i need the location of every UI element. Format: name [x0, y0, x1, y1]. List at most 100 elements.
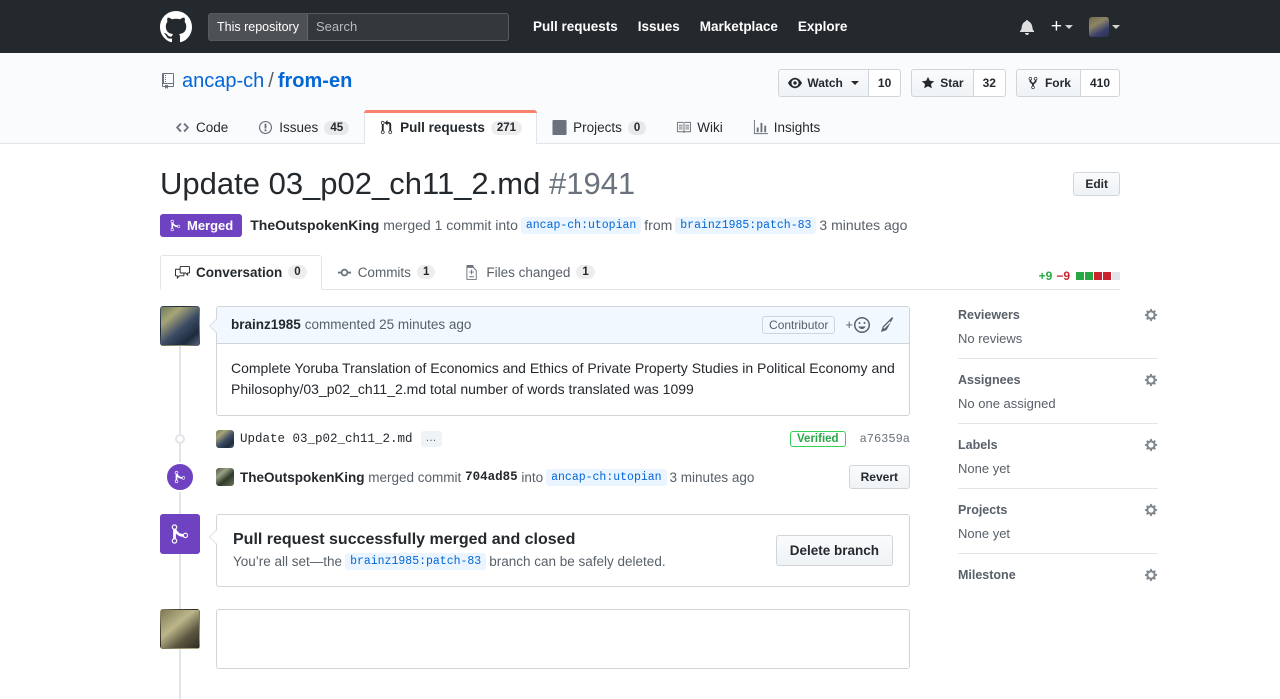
avatar[interactable]: [216, 468, 234, 486]
sidebar-section-assignees: Assignees No one assigned: [958, 371, 1158, 424]
comment-body: Complete Yoruba Translation of Economics…: [217, 344, 909, 415]
search-scope-label[interactable]: This repository: [209, 14, 308, 40]
tab-conversation[interactable]: Conversation 0: [160, 255, 322, 290]
verified-badge[interactable]: Verified: [790, 431, 846, 447]
timeline-commit-row: Update 03_p02_ch11_2.md … Verified a7635…: [160, 430, 910, 448]
base-branch-chip[interactable]: ancap-ch:utopian: [521, 217, 641, 234]
status-badge: Merged: [160, 214, 242, 237]
repo-name-link[interactable]: from-en: [278, 69, 352, 93]
diffstat-blocks: [1076, 272, 1120, 280]
fork-label: Fork: [1045, 76, 1071, 90]
pull-request-page: Update 03_p02_ch11_2.md #1941 Edit Merge…: [0, 144, 1280, 669]
comment-header: brainz1985 commented 25 minutes ago Cont…: [217, 307, 909, 344]
commit-sha[interactable]: a76359a: [860, 432, 910, 446]
gear-icon[interactable]: [1144, 568, 1158, 582]
timeline-merge-row: TheOutspokenKing merged commit 704ad85 i…: [160, 462, 910, 492]
repo-tab-insights[interactable]: Insights: [738, 110, 836, 144]
nav-issues[interactable]: Issues: [638, 19, 680, 34]
pr-title-text: Update 03_p02_ch11_2.md: [160, 166, 540, 201]
nav-explore[interactable]: Explore: [798, 19, 848, 34]
repo-tab-pull-requests[interactable]: Pull requests 271: [364, 110, 537, 144]
delete-branch-button[interactable]: Delete branch: [776, 535, 893, 566]
merged-by-user[interactable]: TheOutspokenKing: [250, 217, 379, 233]
repo-tab-projects[interactable]: Projects 0: [537, 110, 661, 144]
diffstat-block: [1112, 272, 1120, 280]
sidebar-value: No reviews: [958, 331, 1158, 346]
merge-timestamp: 3 minutes ago: [670, 470, 755, 485]
profile-menu[interactable]: [1089, 17, 1120, 37]
star-button-group[interactable]: Star 32: [911, 69, 1006, 97]
sidebar-title-label: Assignees: [958, 373, 1021, 387]
sidebar-title[interactable]: Assignees: [958, 373, 1158, 387]
tab-commits[interactable]: Commits 1: [322, 255, 451, 290]
repo-tab-code[interactable]: Code: [160, 110, 243, 144]
tab-files-changed[interactable]: Files changed 1: [450, 255, 609, 290]
star-icon: [921, 76, 935, 90]
fork-button-group[interactable]: Fork 410: [1016, 69, 1120, 97]
sidebar-section-milestone: Milestone: [958, 566, 1158, 594]
revert-button[interactable]: Revert: [849, 465, 910, 489]
repo-tab-wiki[interactable]: Wiki: [661, 110, 738, 144]
pencil-icon[interactable]: [880, 317, 895, 332]
deletable-branch-chip: brainz1985:patch-83: [345, 553, 486, 570]
head-branch-chip[interactable]: brainz1985:patch-83: [675, 217, 816, 234]
comment-textarea[interactable]: [216, 609, 910, 669]
repo-tab-label: Pull requests: [400, 120, 485, 135]
gear-icon[interactable]: [1144, 503, 1158, 517]
tab-label: Conversation: [196, 265, 282, 280]
comment-author[interactable]: brainz1985: [231, 317, 301, 332]
breadcrumb: ancap-ch / from-en: [160, 69, 352, 93]
tab-count: 0: [288, 265, 306, 279]
add-reaction-button[interactable]: +: [845, 317, 870, 333]
nav-marketplace[interactable]: Marketplace: [700, 19, 778, 34]
repo-tab-label: Wiki: [697, 120, 723, 135]
merged-state-panel: Pull request successfully merged and clo…: [160, 514, 910, 587]
watch-count[interactable]: 10: [869, 69, 901, 97]
pr-number: #1941: [549, 166, 635, 201]
merge-target-branch[interactable]: ancap-ch:utopian: [546, 469, 666, 486]
diffstat-block: [1094, 272, 1102, 280]
star-count[interactable]: 32: [974, 69, 1006, 97]
avatar[interactable]: [216, 430, 234, 448]
nav-pull-requests[interactable]: Pull requests: [533, 19, 618, 34]
fork-button[interactable]: Fork: [1016, 69, 1081, 97]
repo-tab-label: Issues: [279, 120, 318, 135]
gear-icon[interactable]: [1144, 373, 1158, 387]
merge-commit-sha[interactable]: 704ad85: [465, 470, 518, 484]
sidebar-title[interactable]: Labels: [958, 438, 1158, 452]
status-badge-label: Merged: [187, 218, 233, 233]
global-header: This repository Pull requests Issues Mar…: [0, 0, 1280, 53]
commit-dot-icon: [160, 434, 200, 444]
repo-tab-label: Insights: [774, 120, 821, 135]
avatar[interactable]: [160, 609, 200, 649]
gear-icon[interactable]: [1144, 308, 1158, 322]
sidebar-title[interactable]: Projects: [958, 503, 1158, 517]
repo-owner-link[interactable]: ancap-ch: [182, 69, 264, 93]
search-input[interactable]: [308, 14, 508, 40]
page-title: Update 03_p02_ch11_2.md #1941: [160, 166, 635, 202]
sidebar-title[interactable]: Milestone: [958, 568, 1158, 582]
avatar[interactable]: [160, 306, 200, 346]
gear-icon[interactable]: [1144, 438, 1158, 452]
commit-expand-button[interactable]: …: [421, 431, 442, 447]
fork-count[interactable]: 410: [1081, 69, 1120, 97]
merge-dot: [160, 462, 200, 492]
watch-button[interactable]: Watch: [778, 69, 869, 97]
edit-button[interactable]: Edit: [1073, 172, 1120, 196]
breadcrumb-separator: /: [268, 69, 274, 93]
merged-panel-subtitle: You’re all set—the brainz1985:patch-83 b…: [233, 553, 666, 570]
global-nav: Pull requests Issues Marketplace Explore: [523, 19, 857, 34]
commit-message[interactable]: Update 03_p02_ch11_2.md: [240, 432, 413, 446]
watch-button-group[interactable]: Watch 10: [778, 69, 901, 97]
github-mark-icon[interactable]: [160, 11, 192, 43]
search-bar[interactable]: This repository: [208, 13, 509, 41]
merge-author[interactable]: TheOutspokenKing: [240, 470, 365, 485]
sidebar-value: None yet: [958, 526, 1158, 541]
bell-icon[interactable]: [1019, 19, 1035, 35]
repo-tab-issues[interactable]: Issues 45: [243, 110, 364, 144]
sidebar-title[interactable]: Reviewers: [958, 308, 1158, 322]
tab-count: 1: [417, 265, 435, 279]
pull-request-tabs: Conversation 0 Commits 1 Files changed 1…: [160, 255, 1120, 290]
star-button[interactable]: Star: [911, 69, 973, 97]
create-new-menu[interactable]: +: [1051, 17, 1073, 36]
